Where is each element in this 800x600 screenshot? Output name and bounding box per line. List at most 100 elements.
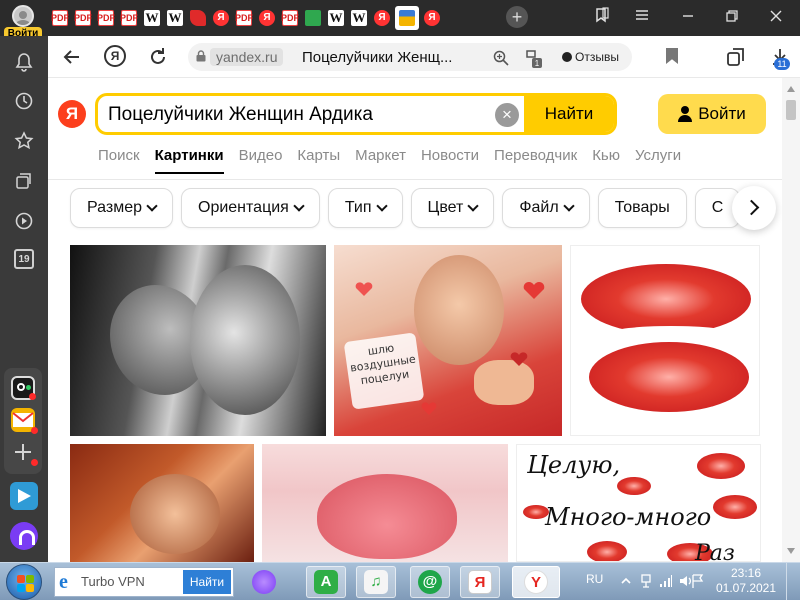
taskbar-yandex-y-icon[interactable]: Y <box>512 566 560 598</box>
browser-tab[interactable]: PDF <box>234 6 254 30</box>
back-arrow-icon[interactable] <box>60 45 84 69</box>
taskbar-at-mail-icon[interactable]: @ <box>410 566 450 598</box>
filter-button[interactable]: Размер <box>70 188 173 228</box>
taskbar-clock[interactable]: 23:16 01.07.2021 <box>714 566 778 596</box>
calendar-icon[interactable]: 19 <box>14 249 34 269</box>
user-icon <box>678 106 693 122</box>
service-tab[interactable]: Поиск <box>98 147 140 174</box>
taskbar-yandex-browser-icon[interactable]: Я <box>460 566 500 598</box>
browser-tab[interactable]: PDF <box>280 6 300 30</box>
show-desktop-button[interactable] <box>786 563 800 600</box>
star-icon[interactable] <box>12 129 36 153</box>
browser-tab[interactable] <box>395 6 419 30</box>
service-tab[interactable]: Видео <box>239 147 283 174</box>
filter-button[interactable]: Цвет <box>410 188 495 228</box>
image-result-3[interactable] <box>570 245 760 436</box>
protect-extension-icon[interactable]: 1 <box>522 47 544 69</box>
filters-next-arrow-icon[interactable] <box>732 186 776 230</box>
filter-button[interactable]: Файл <box>502 188 590 228</box>
notification-dot <box>31 427 38 434</box>
browser-tab[interactable]: W <box>349 6 369 30</box>
search-input[interactable] <box>108 101 488 129</box>
service-tab[interactable]: Карты <box>297 147 340 174</box>
browser-tab[interactable]: W <box>142 6 162 30</box>
search-button[interactable]: Найти <box>524 96 614 132</box>
windows-start-button[interactable] <box>6 564 42 600</box>
taskbar-green-a-icon[interactable]: A <box>306 566 346 598</box>
language-indicator[interactable]: RU <box>586 572 603 586</box>
page-scrollbar[interactable] <box>782 78 800 562</box>
close-icon[interactable] <box>764 6 788 30</box>
browser-tab[interactable]: PDF <box>50 6 70 30</box>
taskbar-search-input[interactable]: Turbo VPN <box>81 574 145 589</box>
filter-button[interactable]: Товары <box>597 188 687 228</box>
yandex-logo[interactable]: Я <box>58 100 86 128</box>
filter-button[interactable]: Ориентация <box>181 188 320 228</box>
service-tab[interactable]: Маркет <box>355 147 406 174</box>
browser-tab[interactable]: Я <box>372 6 392 30</box>
image-result-6[interactable]: Целую, Много-много Раз <box>516 444 761 562</box>
scroll-down-arrow-icon[interactable] <box>787 548 795 554</box>
browser-tab[interactable] <box>188 6 208 30</box>
browser-tab[interactable]: Я <box>211 6 231 30</box>
image-result-5[interactable] <box>262 444 508 562</box>
yandex-home-icon[interactable]: Я <box>104 45 126 67</box>
tray-arrow-icon[interactable] <box>618 573 634 589</box>
video-play-icon[interactable] <box>12 209 36 233</box>
bookmark-icon[interactable] <box>666 48 678 64</box>
scroll-up-arrow-icon[interactable] <box>787 86 795 92</box>
filter-label: Цвет <box>427 199 464 216</box>
notification-dot <box>29 393 36 400</box>
taskbar-music-icon[interactable]: ♫ <box>356 566 396 598</box>
service-tab[interactable]: Переводчик <box>494 147 577 174</box>
image-icon <box>399 10 415 26</box>
bookmarks-panel-icon[interactable] <box>590 6 614 30</box>
tray-usb-icon[interactable] <box>638 573 654 589</box>
chevron-down-icon <box>467 200 480 212</box>
taskbar-alice-icon[interactable] <box>244 566 284 598</box>
browser-tab[interactable]: W <box>326 6 346 30</box>
service-tab[interactable]: Картинки <box>154 147 224 174</box>
service-tab[interactable]: Кью <box>592 147 620 174</box>
scroll-thumb[interactable] <box>786 100 796 120</box>
camera-app-icon[interactable] <box>11 376 36 400</box>
browser-tab[interactable]: PDF <box>119 6 139 30</box>
restore-icon[interactable] <box>720 6 744 30</box>
service-tab[interactable]: Новости <box>421 147 479 174</box>
new-tab-button[interactable]: + <box>506 6 528 28</box>
card-text-line1: Целую, <box>527 451 621 479</box>
browser-tab-strip: Войти PDF PDF PDF PDF W W Я PDF Я PDF W W Я Я + <box>0 0 800 40</box>
reload-icon[interactable] <box>146 45 170 69</box>
send-icon[interactable] <box>10 482 38 510</box>
image-result-1[interactable] <box>70 245 326 436</box>
bell-icon[interactable] <box>12 50 36 74</box>
image-result-2[interactable]: шлю воздушные поцелуи <box>334 245 562 436</box>
clear-search-icon[interactable]: × <box>495 103 519 127</box>
mail-icon[interactable] <box>11 408 38 434</box>
alice-assistant-icon[interactable] <box>10 522 38 550</box>
collections-icon[interactable] <box>12 169 36 193</box>
profile-button[interactable]: Войти <box>2 3 44 40</box>
zoom-icon[interactable] <box>492 49 510 67</box>
browser-tab[interactable]: Я <box>257 6 277 30</box>
menu-icon[interactable] <box>630 6 654 30</box>
taskbar-search-button[interactable]: Найти <box>183 570 231 594</box>
browser-tab[interactable]: PDF <box>96 6 116 30</box>
minimize-icon[interactable] <box>676 6 700 30</box>
browser-tab[interactable]: W <box>165 6 185 30</box>
browser-tab[interactable]: PDF <box>73 6 93 30</box>
add-app-icon[interactable] <box>11 440 38 466</box>
url-field[interactable]: yandex.ru Поцелуйчики Женщ... 1 Отзывы <box>188 43 632 71</box>
browser-tab[interactable] <box>303 6 323 30</box>
browser-tab[interactable]: Я <box>422 6 442 30</box>
yandex-images-page: Я × Найти Войти Поиск Картинки Видео Карты М… <box>48 78 782 562</box>
history-icon[interactable] <box>12 89 36 113</box>
reviews-button[interactable]: Отзывы <box>562 48 619 66</box>
service-tab[interactable]: Услуги <box>635 147 681 174</box>
image-result-4[interactable] <box>70 444 254 562</box>
collections-button-icon[interactable] <box>724 45 748 69</box>
filter-button[interactable]: Тип <box>327 188 403 228</box>
login-button[interactable]: Войти <box>658 94 766 134</box>
tray-flag-icon[interactable] <box>690 573 706 589</box>
tray-network-icon[interactable] <box>658 573 674 589</box>
